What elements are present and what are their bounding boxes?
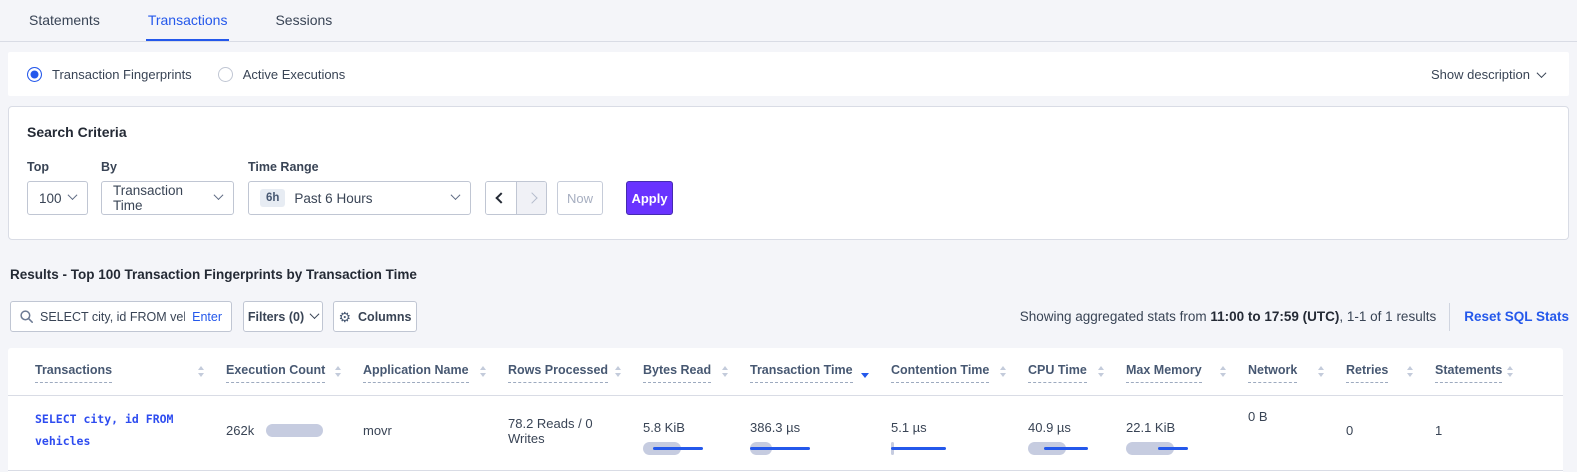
sort-icon[interactable]: [198, 366, 204, 377]
search-criteria-card: Search Criteria Top 100 By Transaction T…: [8, 106, 1569, 240]
column-header-cpu-time: CPU Time: [1028, 363, 1126, 395]
chevron-right-icon: [526, 192, 537, 203]
sort-icon[interactable]: [480, 366, 486, 377]
table-row: SELECT city, id FROM vehicles 262k movr …: [8, 396, 1563, 471]
column-header-transaction-time: Transaction Time: [750, 363, 891, 395]
application-name-cell: movr: [363, 423, 508, 438]
sort-icon[interactable]: [1507, 366, 1513, 377]
chevron-down-icon: [310, 309, 320, 319]
reset-sql-stats-link[interactable]: Reset SQL Stats: [1464, 309, 1569, 324]
show-description-toggle[interactable]: Show description: [1431, 67, 1545, 82]
results-heading: Results - Top 100 Transaction Fingerprin…: [10, 267, 1577, 282]
columns-button[interactable]: ⚙ Columns: [333, 301, 417, 332]
by-select-value: Transaction Time: [113, 183, 215, 213]
tab-transactions[interactable]: Transactions: [146, 0, 230, 41]
search-criteria-title: Search Criteria: [27, 124, 1550, 140]
top-field-label: Top: [27, 160, 101, 174]
time-range-prev-button[interactable]: [486, 182, 516, 214]
divider: [1449, 303, 1450, 331]
columns-button-label: Columns: [358, 310, 411, 324]
radio-unselected-icon: [218, 67, 233, 82]
time-range-value: Past 6 Hours: [294, 191, 372, 206]
column-header-bytes-read: Bytes Read: [643, 363, 750, 395]
retries-cell: 0: [1346, 423, 1435, 438]
column-header-retries: Retries: [1346, 363, 1435, 395]
statements-cell: 1: [1435, 423, 1535, 438]
search-enter-button[interactable]: Enter: [192, 310, 222, 324]
contention-time-cell: 5.1 µs: [891, 420, 1028, 442]
show-description-label: Show description: [1431, 67, 1530, 82]
page-tabs: Statements Transactions Sessions: [0, 0, 1577, 42]
network-cell: 0 B: [1248, 409, 1346, 424]
max-memory-cell: 22.1 KiB: [1126, 420, 1248, 442]
by-select[interactable]: Transaction Time: [101, 181, 234, 215]
bytes-read-cell: 5.8 KiB: [643, 420, 750, 442]
by-field-label: By: [101, 160, 248, 174]
sort-icon[interactable]: [1000, 366, 1006, 377]
radio-selected-icon: [27, 67, 42, 82]
rows-processed-cell: 78.2 Reads / 0 Writes: [508, 416, 643, 446]
filters-button-label: Filters (0): [248, 310, 304, 324]
time-range-next-button[interactable]: [516, 182, 546, 214]
radio-transaction-fingerprints[interactable]: Transaction Fingerprints: [27, 67, 192, 82]
results-table-card: Transactions Execution Count Application…: [8, 348, 1563, 472]
chevron-left-icon: [495, 192, 506, 203]
radio-label: Active Executions: [243, 67, 346, 82]
results-controls-row: Enter Filters (0) ⚙ Columns Showing aggr…: [10, 301, 1569, 332]
sort-icon[interactable]: [335, 366, 341, 377]
execution-count-bar: [266, 424, 323, 437]
now-button[interactable]: Now: [557, 181, 603, 215]
view-toggle-group: Transaction Fingerprints Active Executio…: [27, 67, 345, 82]
chevron-down-icon: [1537, 68, 1547, 78]
sort-icon-active-desc[interactable]: [861, 366, 869, 378]
filters-button[interactable]: Filters (0): [243, 301, 323, 332]
search-input[interactable]: [40, 310, 185, 324]
sort-icon[interactable]: [1098, 366, 1104, 377]
apply-button[interactable]: Apply: [626, 181, 673, 215]
chevron-down-icon: [451, 190, 461, 200]
column-header-network: Network: [1248, 363, 1346, 395]
sort-icon[interactable]: [1220, 366, 1226, 377]
transaction-fingerprint-link[interactable]: SELECT city, id FROM vehicles: [35, 409, 190, 453]
time-range-select[interactable]: 6h Past 6 Hours: [248, 181, 471, 215]
column-header-execution-count: Execution Count: [226, 363, 363, 395]
sort-icon[interactable]: [615, 366, 621, 377]
execution-count-cell: 262k: [226, 423, 363, 438]
view-toggle-strip: Transaction Fingerprints Active Executio…: [8, 52, 1569, 96]
column-header-statements: Statements: [1435, 363, 1535, 395]
time-range-arrows: [485, 181, 547, 215]
top-select-value: 100: [39, 191, 62, 206]
time-range-badge: 6h: [260, 189, 285, 207]
sort-icon[interactable]: [1407, 366, 1413, 377]
transaction-time-cell: 386.3 µs: [750, 420, 891, 442]
column-header-contention-time: Contention Time: [891, 363, 1028, 395]
chevron-down-icon: [68, 190, 78, 200]
cpu-time-cell: 40.9 µs: [1028, 420, 1126, 442]
column-header-application-name: Application Name: [363, 363, 508, 395]
gear-icon: ⚙: [338, 310, 351, 324]
sort-icon[interactable]: [1318, 366, 1324, 377]
radio-label: Transaction Fingerprints: [52, 67, 192, 82]
column-header-rows-processed: Rows Processed: [508, 363, 643, 395]
radio-active-executions[interactable]: Active Executions: [218, 67, 346, 82]
aggregated-stats-text: Showing aggregated stats from 11:00 to 1…: [1020, 309, 1436, 324]
top-select[interactable]: 100: [27, 181, 88, 215]
search-icon: [20, 310, 33, 323]
table-header-row: Transactions Execution Count Application…: [8, 348, 1563, 396]
statement-search-box: Enter: [10, 301, 232, 332]
tab-statements[interactable]: Statements: [27, 0, 102, 41]
time-range-field-label: Time Range: [248, 160, 485, 174]
column-header-max-memory: Max Memory: [1126, 363, 1248, 395]
chevron-down-icon: [214, 190, 224, 200]
tab-sessions[interactable]: Sessions: [273, 0, 334, 41]
sort-icon[interactable]: [722, 366, 728, 377]
aggregated-stats-area: Showing aggregated stats from 11:00 to 1…: [1020, 303, 1569, 331]
column-header-transactions: Transactions: [35, 363, 226, 395]
stats-time-range: 11:00 to 17:59 (UTC): [1210, 309, 1339, 324]
